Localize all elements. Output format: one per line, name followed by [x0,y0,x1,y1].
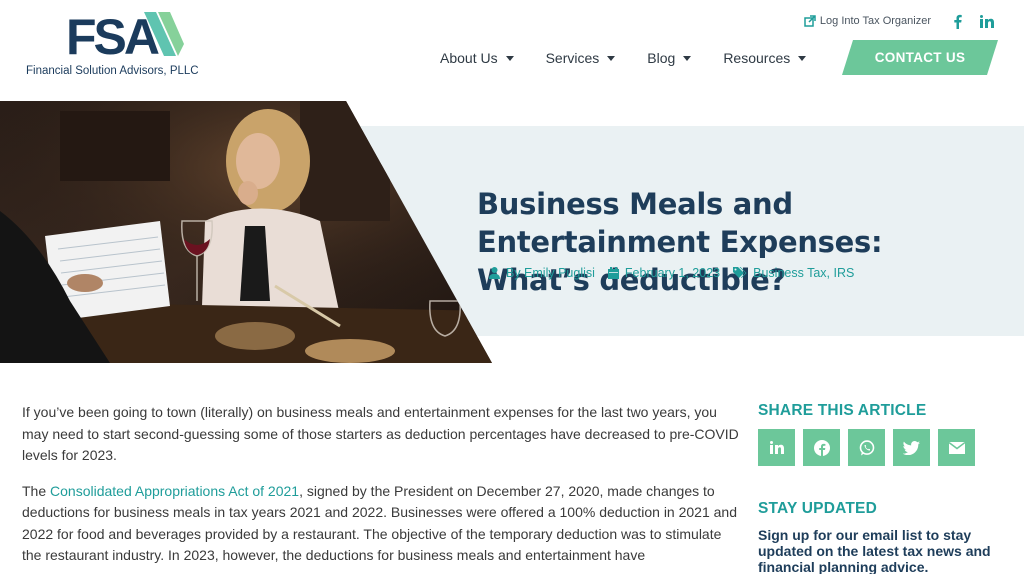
site-header: FSA Financial Solution Advisors, PLLC Lo… [0,0,1024,100]
tax-organizer-label: Log Into Tax Organizer [819,15,931,27]
date-label: February 1, 2023 [624,266,721,280]
header-social [953,14,994,29]
logo[interactable]: FSA Financial Solution Advisors, PLLC [26,10,226,80]
consolidated-appropriations-act-link[interactable]: Consolidated Appropriations Act of 2021 [50,483,299,499]
email-icon [948,441,965,454]
nav-label: About Us [440,50,498,66]
tax-organizer-link[interactable]: Log Into Tax Organizer [804,15,931,27]
share-twitter-button[interactable] [893,429,930,466]
logo-text: Financial Solution Advisors, PLLC [26,65,199,77]
article-meta: By Emily Puglisi February 1, 2023 Busine… [489,266,867,280]
user-icon [489,267,500,279]
sidebar: SHARE THIS ARTICLE STAY UPDATED Sign up … [758,402,998,574]
nav-services[interactable]: Services [546,50,616,66]
contact-us-button[interactable]: CONTACT US [842,40,998,75]
nav-label: Blog [647,50,676,66]
nav-label: Services [545,50,600,66]
main-nav: About Us Services Blog Resources [440,40,838,76]
meta-tags[interactable]: Business Tax, IRS [733,266,854,280]
stay-updated-text: Sign up for our email list to stay updat… [758,527,991,574]
nav-resources[interactable]: Resources [723,50,807,66]
nav-about-us[interactable]: About Us [440,50,514,66]
fsa-logo-mark: FSA [66,10,184,58]
nav-blog[interactable]: Blog [647,50,692,66]
whatsapp-icon [859,439,874,455]
article-title: Business Meals and Entertainment Expense… [477,187,883,297]
logo-letters: FSA [66,10,159,58]
paragraph-text: The [22,482,51,499]
facebook-icon [813,439,830,456]
twitter-icon [903,440,920,455]
calendar-icon [607,267,619,279]
share-linkedin-button[interactable] [758,429,795,466]
nav-label: Resources [723,50,791,66]
share-email-button[interactable] [938,429,975,466]
caret-down-icon [505,55,514,61]
caret-down-icon [798,55,807,61]
external-link-icon [804,15,816,27]
article-paragraph: If you’ve been going to town (literally)… [22,404,739,463]
facebook-icon[interactable] [953,14,962,29]
article-paragraph: The Consolidated Appropriations Act of 2… [22,481,744,567]
share-facebook-button[interactable] [803,429,840,466]
utility-bar: Log Into Tax Organizer [804,12,994,30]
share-buttons [758,429,998,466]
meta-author[interactable]: By Emily Puglisi [489,266,595,280]
share-whatsapp-button[interactable] [848,429,885,466]
caret-down-icon [607,55,616,61]
tags-label: Business Tax, IRS [753,266,855,280]
stay-updated-heading: STAY UPDATED [758,500,877,517]
linkedin-icon[interactable] [980,14,994,28]
meta-date: February 1, 2023 [607,266,721,280]
linkedin-icon [769,441,784,454]
caret-down-icon [683,55,692,61]
author-label: By Emily Puglisi [506,266,595,280]
tags-icon [733,267,747,278]
article-body: If you’ve been going to town (literally)… [22,402,744,574]
share-heading: SHARE THIS ARTICLE [758,402,927,419]
